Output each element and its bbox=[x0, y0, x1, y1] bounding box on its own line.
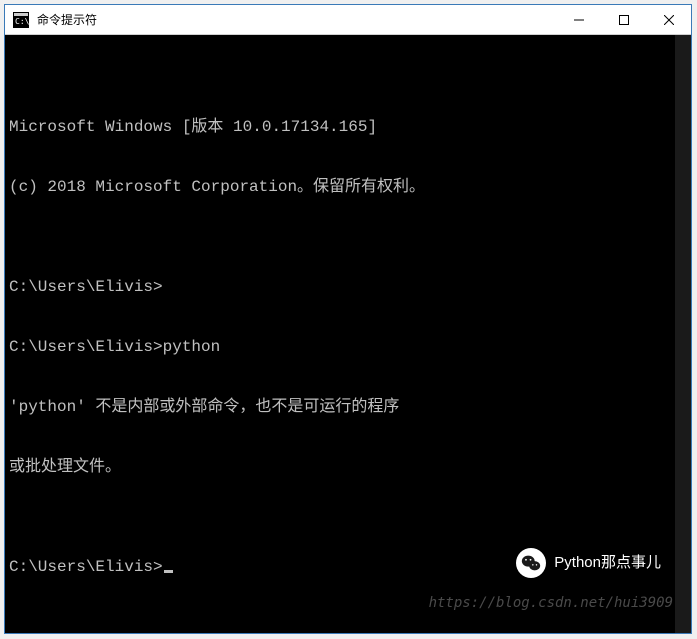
wechat-badge: Python那点事儿 bbox=[516, 548, 661, 578]
close-button[interactable] bbox=[646, 5, 691, 34]
terminal-scrollbar[interactable] bbox=[675, 35, 691, 633]
terminal-cursor bbox=[164, 570, 173, 573]
wechat-badge-text: Python那点事儿 bbox=[554, 553, 661, 573]
terminal-line: C:\Users\Elivis> bbox=[9, 277, 687, 297]
terminal-output: Microsoft Windows [版本 10.0.17134.165] (c… bbox=[9, 77, 687, 617]
maximize-button[interactable] bbox=[601, 5, 646, 34]
command-prompt-window: C:\ 命令提示符 Microso bbox=[4, 4, 692, 634]
watermark-text: https://blog.csdn.net/hui3909 bbox=[429, 593, 673, 613]
titlebar[interactable]: C:\ 命令提示符 bbox=[5, 5, 691, 35]
terminal-prompt: C:\Users\Elivis> bbox=[9, 558, 163, 576]
minimize-button[interactable] bbox=[556, 5, 601, 34]
terminal-line: Microsoft Windows [版本 10.0.17134.165] bbox=[9, 117, 687, 137]
terminal-line: 'python' 不是内部或外部命令，也不是可运行的程序 bbox=[9, 397, 687, 417]
terminal-line: C:\Users\Elivis>python bbox=[9, 337, 687, 357]
window-title: 命令提示符 bbox=[37, 11, 556, 28]
terminal-line: 或批处理文件。 bbox=[9, 457, 687, 477]
svg-text:C:\: C:\ bbox=[15, 17, 29, 26]
terminal-line: (c) 2018 Microsoft Corporation。保留所有权利。 bbox=[9, 177, 687, 197]
wechat-icon bbox=[516, 548, 546, 578]
cmd-icon: C:\ bbox=[13, 12, 29, 28]
window-controls bbox=[556, 5, 691, 34]
terminal-area[interactable]: Microsoft Windows [版本 10.0.17134.165] (c… bbox=[5, 35, 691, 633]
